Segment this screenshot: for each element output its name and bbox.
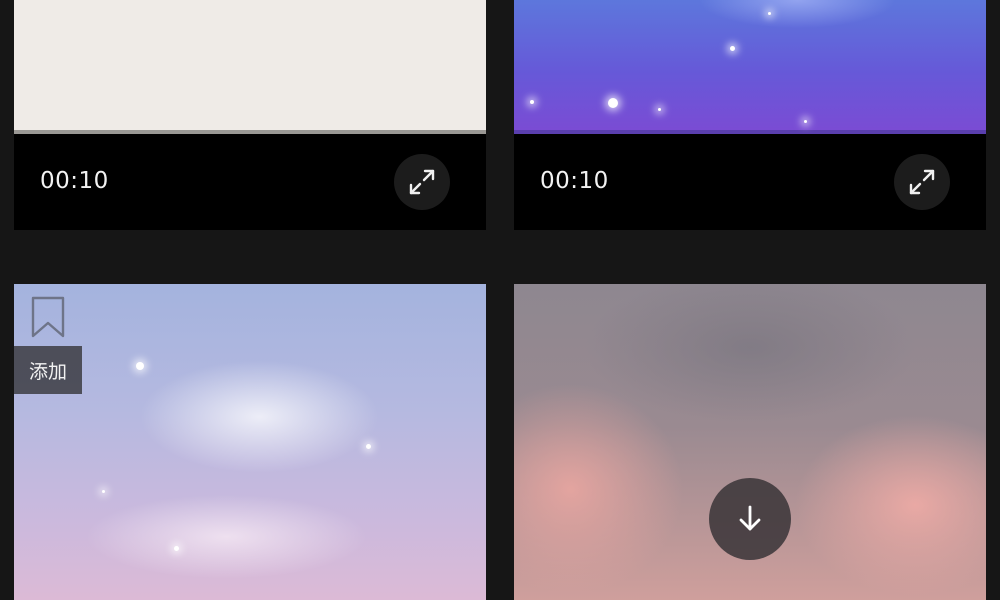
video-thumbnail[interactable] xyxy=(514,0,986,134)
video-info-bar: 00:10 xyxy=(14,134,486,230)
download-button[interactable] xyxy=(709,478,791,560)
sparkle xyxy=(730,46,735,51)
media-card-3[interactable]: 添加 xyxy=(14,284,486,600)
sparkle xyxy=(366,444,371,449)
sparkle xyxy=(136,362,144,370)
video-info-bar: 00:10 xyxy=(514,134,986,230)
expand-button[interactable] xyxy=(394,154,450,210)
download-arrow-icon xyxy=(739,505,761,531)
video-thumbnail[interactable] xyxy=(14,0,486,134)
sparkle xyxy=(102,490,105,493)
sparkle xyxy=(608,98,618,108)
sparkle xyxy=(530,100,534,104)
image-thumbnail[interactable] xyxy=(14,284,486,600)
bookmark-icon[interactable] xyxy=(30,296,66,338)
sparkle xyxy=(804,120,807,123)
media-grid: 00:10 00:10 添加 xyxy=(0,0,1000,600)
media-card-2[interactable]: 00:10 xyxy=(514,0,986,230)
duration-label: 00:10 xyxy=(40,168,109,194)
expand-button[interactable] xyxy=(894,154,950,210)
expand-icon xyxy=(909,169,935,195)
sparkle xyxy=(768,12,771,15)
sparkle xyxy=(174,546,179,551)
media-card-4[interactable] xyxy=(514,284,986,600)
sparkle xyxy=(658,108,661,111)
duration-label: 00:10 xyxy=(540,168,609,194)
expand-icon xyxy=(409,169,435,195)
add-button[interactable]: 添加 xyxy=(14,346,82,394)
media-card-1[interactable]: 00:10 xyxy=(14,0,486,230)
